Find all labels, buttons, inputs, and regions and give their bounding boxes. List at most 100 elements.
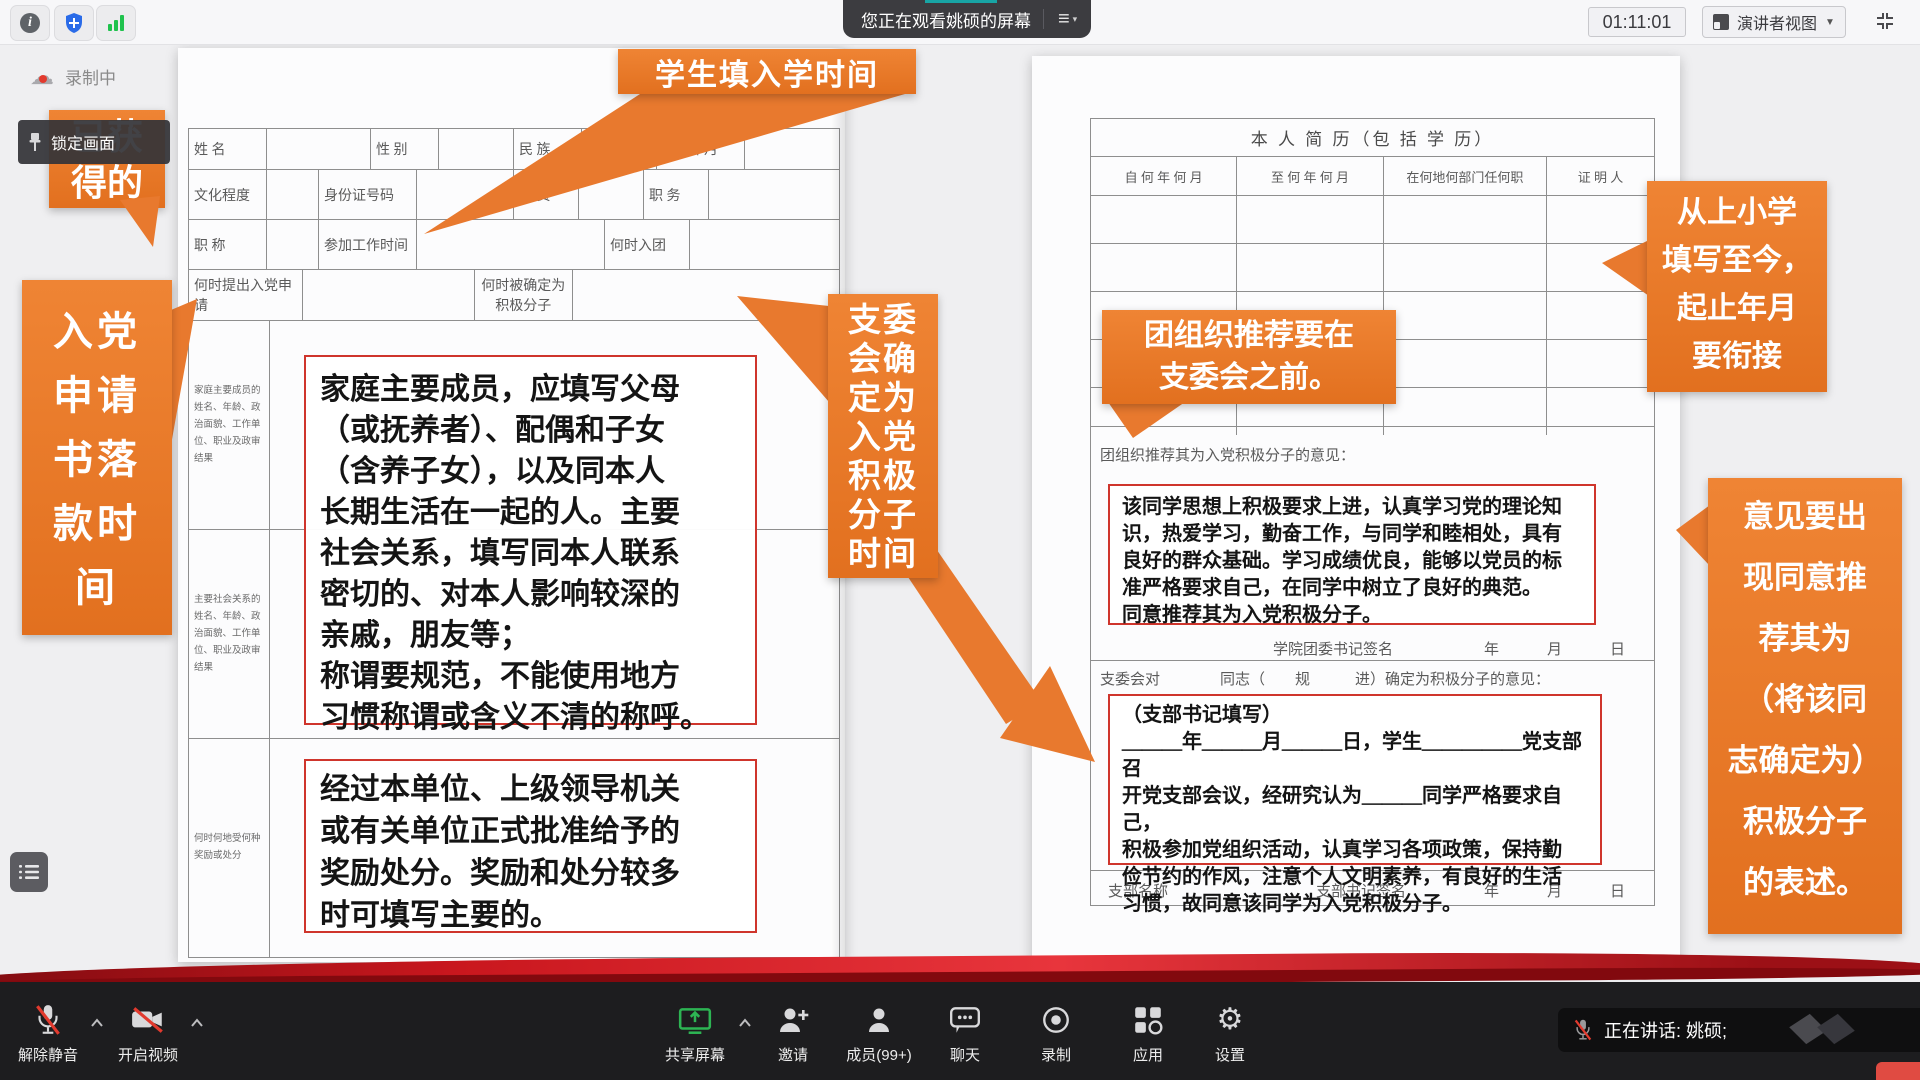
invite-label: 邀请 bbox=[747, 1044, 839, 1065]
exit-fullscreen-icon bbox=[1874, 11, 1896, 31]
chat-label: 聊天 bbox=[919, 1044, 1011, 1065]
meeting-window: i 您正在观看姚硕的屏幕 ≡ ▾ 01:11:01 bbox=[0, 0, 1920, 1080]
document-page-left: 姓 名 性 别 民 族 出生年月 文化程度 身份证号码 籍 贯 职 务 bbox=[178, 48, 845, 962]
recording-indicator: ☁ 录制中 bbox=[30, 64, 116, 89]
resume-col-to: 至 何 年 何 月 bbox=[1237, 157, 1383, 195]
mic-muted-icon bbox=[32, 1003, 64, 1037]
network-quality-button[interactable] bbox=[96, 5, 136, 41]
form-label-award: 何时何地受何种奖励或处分 bbox=[189, 739, 270, 957]
unmute-button[interactable]: 解除静音 bbox=[2, 998, 94, 1065]
recording-label: 录制中 bbox=[65, 64, 116, 89]
form-label-family: 家庭主要成员的姓名、年龄、政治面貌、工作单位、职业及政审结果 bbox=[189, 321, 270, 529]
table-divider bbox=[1090, 660, 1655, 661]
share-screen-label: 共享屏幕 bbox=[649, 1044, 741, 1065]
unmute-label: 解除静音 bbox=[2, 1044, 94, 1065]
pill-accent bbox=[925, 0, 997, 3]
apps-grid-icon bbox=[1132, 1004, 1164, 1036]
panel-toggle-icon bbox=[19, 864, 39, 880]
view-mode-button[interactable]: 演讲者视图 ▼ bbox=[1702, 6, 1846, 38]
form-label-social: 主要社会关系的姓名、年龄、政治面貌、工作单位、职业及政审结果 bbox=[189, 530, 270, 738]
video-options-chevron[interactable] bbox=[190, 1018, 204, 1028]
form-blank bbox=[439, 129, 514, 169]
members-label: 成员(99+) bbox=[833, 1044, 925, 1065]
form-blank bbox=[582, 129, 657, 169]
record-label: 录制 bbox=[1010, 1044, 1102, 1065]
camera-muted-icon bbox=[130, 1004, 166, 1036]
form-label: 职 务 bbox=[644, 170, 709, 219]
gear-icon: ⚙ bbox=[1217, 1005, 1244, 1035]
form-blank bbox=[745, 129, 839, 169]
form-blank bbox=[267, 170, 319, 219]
league-date-label: 年 月 日 bbox=[1484, 638, 1631, 659]
signal-bars-icon bbox=[108, 15, 124, 31]
callout-opinion-wording: 意见要出 现同意推 荐其为 （将该同 志确定为） 积极分子 的表述。 bbox=[1708, 478, 1902, 934]
chat-icon bbox=[948, 1004, 982, 1036]
form-blank bbox=[417, 220, 606, 269]
form-blank bbox=[267, 129, 371, 169]
committee-line-label: 支委会对 同志（ 规 进）确定为积极分子的意见： bbox=[1100, 668, 1550, 689]
banner-menu-button[interactable]: ≡ ▾ bbox=[1052, 10, 1083, 28]
form-label: 身份证号码 bbox=[319, 170, 417, 219]
annotation-branch-note: （支部书记填写） ＿＿＿年＿＿＿月＿＿＿日，学生＿＿＿＿＿党支部召 开党支部会议… bbox=[1108, 694, 1602, 865]
annotation-league-opinion: 该同学思想上积极要求上进，认真学习党的理论知 识，热爱学习，勤奋工作，与同学和睦… bbox=[1108, 484, 1596, 625]
security-button[interactable] bbox=[54, 5, 94, 41]
settings-button[interactable]: ⚙ 设置 bbox=[1184, 998, 1276, 1065]
watching-label: 您正在观看姚硕的屏幕 bbox=[861, 7, 1031, 32]
note-bold: 家庭主要成员 bbox=[320, 373, 500, 406]
chat-button[interactable]: 聊天 bbox=[919, 998, 1011, 1065]
form-label: 性 别 bbox=[371, 129, 439, 169]
active-speaker-label: 正在讲话: 姚硕; bbox=[1604, 1017, 1727, 1043]
active-speaker-bar: 正在讲话: 姚硕; bbox=[1558, 1008, 1920, 1052]
top-bar: i 您正在观看姚硕的屏幕 ≡ ▾ 01:11:01 bbox=[0, 0, 1920, 45]
speaker-mic-muted-icon bbox=[1572, 1018, 1594, 1042]
form-blank bbox=[303, 270, 475, 320]
callout-league-before: 团组织推荐要在 支委会之前。 bbox=[1102, 310, 1396, 404]
shield-plus-icon bbox=[64, 12, 84, 34]
leave-meeting-button[interactable] bbox=[1876, 1062, 1920, 1080]
arrow-opinion-wording bbox=[1676, 505, 1710, 566]
record-button[interactable]: 录制 bbox=[1010, 998, 1102, 1065]
view-mode-label: 演讲者视图 bbox=[1737, 10, 1817, 34]
members-button[interactable]: 成员(99+) bbox=[833, 998, 925, 1065]
form-label: 参加工作时间 bbox=[319, 220, 417, 269]
apps-label: 应用 bbox=[1102, 1044, 1194, 1065]
form-blank bbox=[573, 270, 840, 320]
form-label: 籍 贯 bbox=[514, 170, 579, 219]
panel-toggle-button[interactable] bbox=[10, 852, 48, 892]
form-label: 姓 名 bbox=[189, 129, 267, 169]
form-label: 何时入团 bbox=[605, 220, 690, 269]
info-icon: i bbox=[20, 13, 40, 33]
start-video-button[interactable]: 开启视频 bbox=[102, 998, 194, 1065]
resume-title: 本 人 简 历（包 括 学 历） bbox=[1091, 119, 1654, 157]
share-screen-icon bbox=[677, 1004, 713, 1036]
league-opinion-label: 团组织推荐其为入党积极分子的意见： bbox=[1100, 444, 1355, 465]
resume-col-where: 在何地何部门任何职 bbox=[1384, 157, 1547, 195]
form-blank bbox=[417, 170, 515, 219]
invite-button[interactable]: 邀请 bbox=[747, 998, 839, 1065]
members-icon bbox=[863, 1004, 895, 1036]
bottom-toolbar: 解除静音 开启视频 共享屏幕 bbox=[0, 982, 1920, 1080]
settings-label: 设置 bbox=[1184, 1044, 1276, 1065]
form-blank bbox=[709, 170, 839, 219]
apps-button[interactable]: 应用 bbox=[1102, 998, 1194, 1065]
callout-committee-confirm-time: 支委会确定为入党积极分子时间 bbox=[828, 294, 938, 578]
resume-col-witness: 证 明 人 bbox=[1547, 157, 1654, 195]
league-sign-label: 学院团委书记签名 bbox=[1273, 638, 1393, 659]
table-divider bbox=[1090, 426, 1655, 427]
callout-resume-range: 从上小学 填写至今， 起止年月 要衔接 bbox=[1647, 181, 1827, 392]
callout-enroll-time: 学生填入学时间 bbox=[618, 49, 916, 94]
meeting-info-button[interactable]: i bbox=[10, 5, 50, 41]
lock-view-label: 锁定画面 bbox=[51, 130, 115, 154]
annotation-note-family: 家庭主要成员，应填写父母 （或抚养者）、配偶和子女 （含养子女），以及同本人 长… bbox=[304, 355, 757, 725]
form-label: 何时被确定为 积极分子 bbox=[475, 270, 573, 320]
lock-view-tooltip: 锁定画面 bbox=[18, 120, 170, 164]
share-screen-button[interactable]: 共享屏幕 bbox=[649, 998, 741, 1065]
exit-fullscreen-button[interactable] bbox=[1866, 6, 1904, 36]
resume-col-from: 自 何 年 何 月 bbox=[1091, 157, 1237, 195]
form-label: 民 族 bbox=[514, 129, 582, 169]
speaker-view-icon bbox=[1713, 14, 1729, 30]
start-video-label: 开启视频 bbox=[102, 1044, 194, 1065]
meeting-timer: 01:11:01 bbox=[1588, 7, 1686, 37]
form-blank bbox=[579, 170, 644, 219]
annotation-note-award: 经过本单位、上级领导机关 或有关单位正式批准给予的 奖励处分。奖励和处分较多 时… bbox=[304, 759, 757, 933]
